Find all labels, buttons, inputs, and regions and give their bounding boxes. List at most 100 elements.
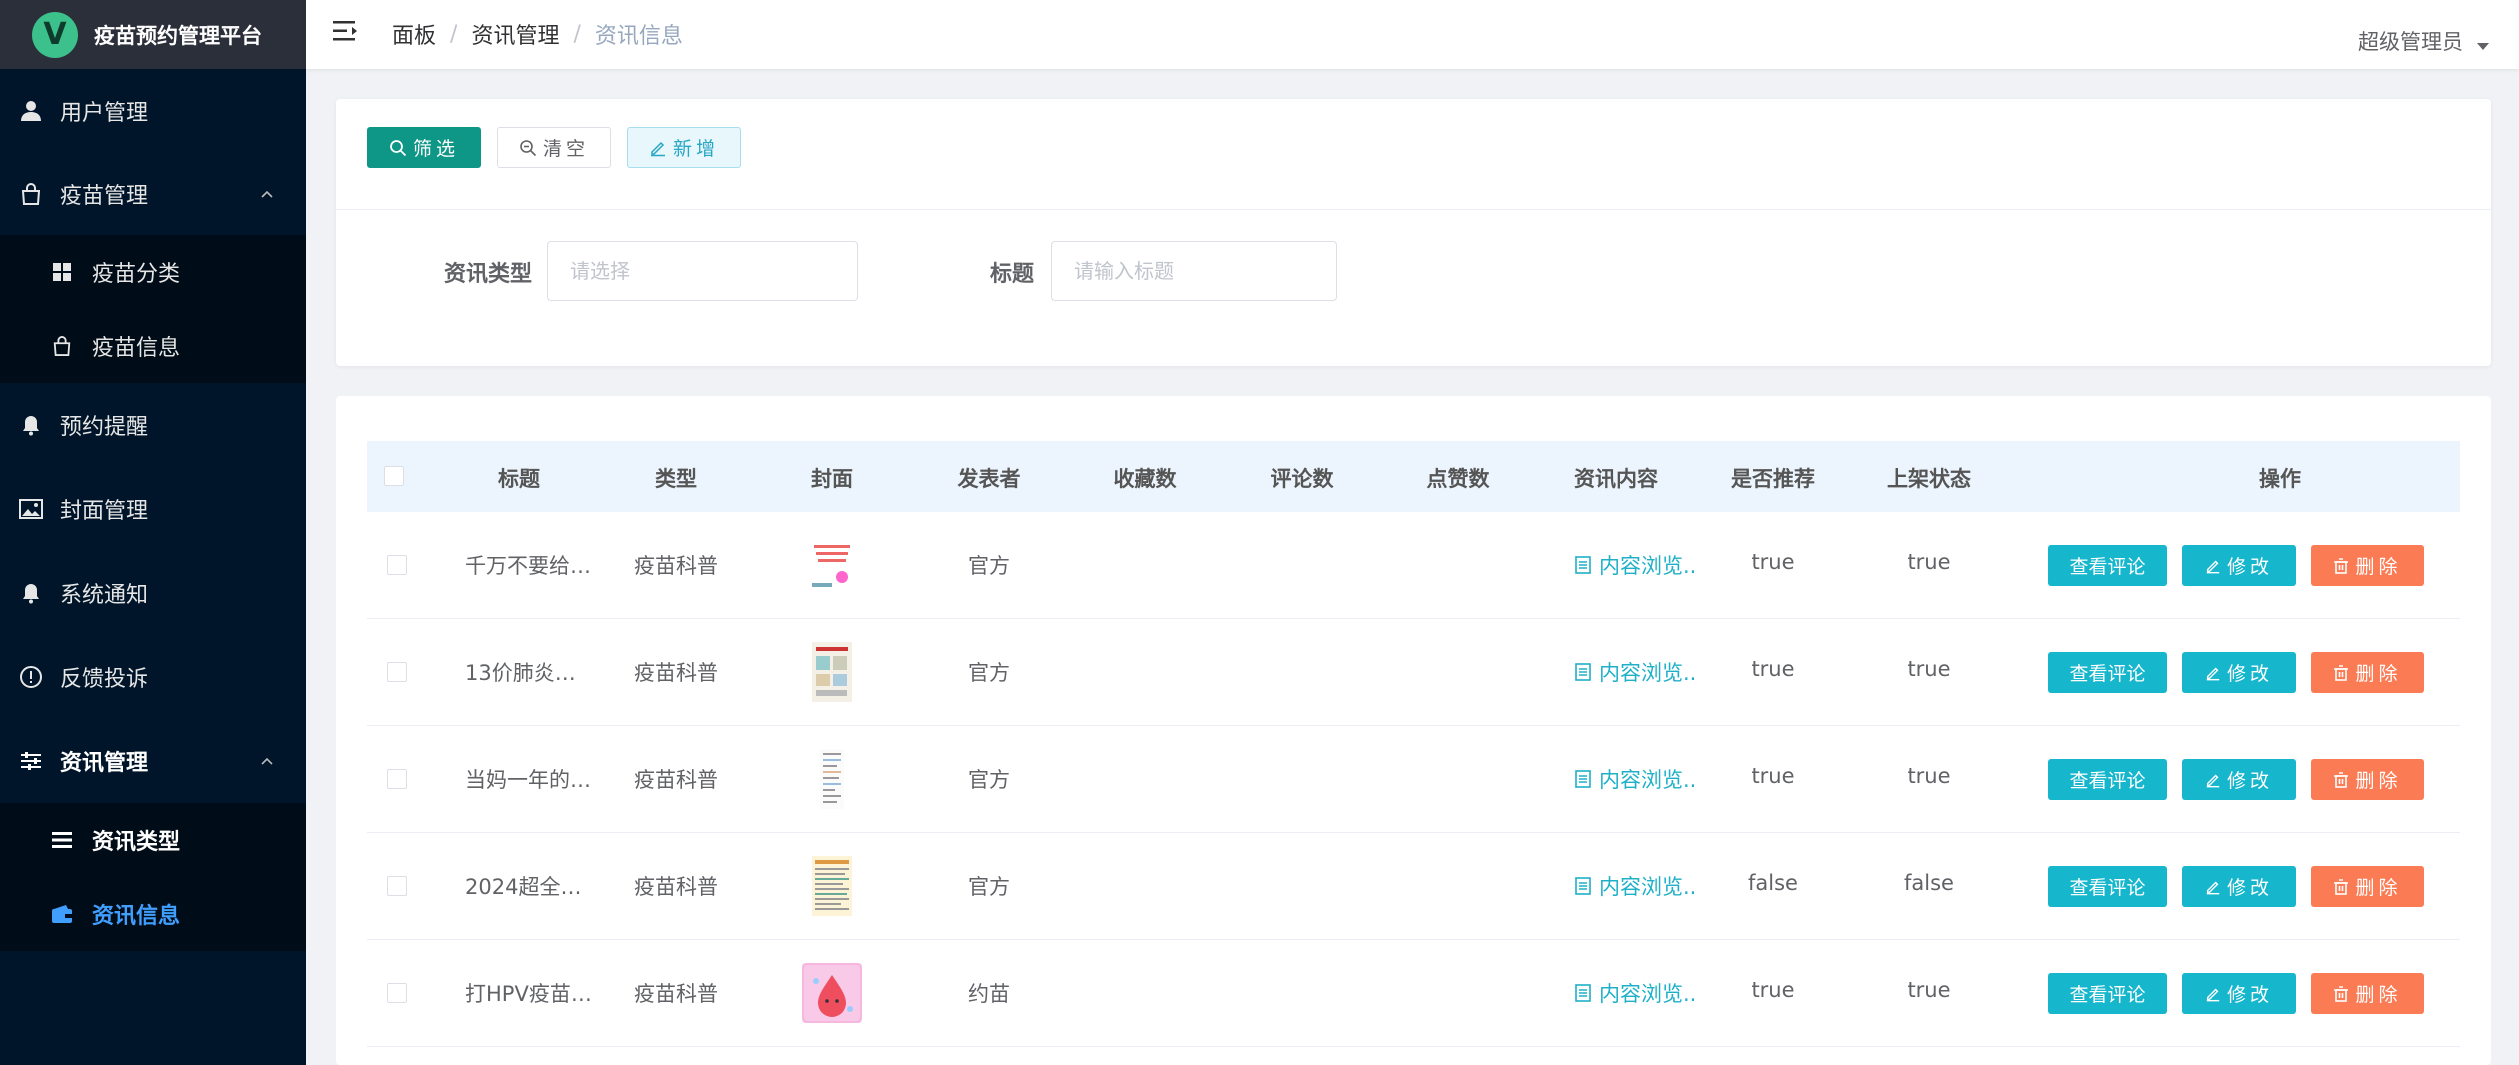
document-icon <box>1575 663 1591 681</box>
cell-type: 疫苗科普 <box>634 982 718 1006</box>
view-comments-button[interactable]: 查看评论 <box>2048 866 2167 907</box>
add-button[interactable]: 新增 <box>627 127 741 168</box>
title-input[interactable] <box>1051 241 1337 301</box>
sidebar-item-feedback[interactable]: 反馈投诉 <box>0 635 306 719</box>
search-icon <box>390 139 407 156</box>
zoom-out-icon <box>520 139 537 156</box>
cell-recommended: true <box>1751 657 1795 681</box>
view-comments-label: 查看评论 <box>2069 663 2146 685</box>
edit-button[interactable]: 修改 <box>2182 973 2296 1014</box>
user-icon <box>18 98 44 124</box>
col-favorites: 收藏数 <box>1113 467 1177 491</box>
row-checkbox[interactable] <box>387 769 407 789</box>
trash-icon <box>2334 557 2349 574</box>
filter-button[interactable]: 筛选 <box>367 127 481 168</box>
content-preview-link[interactable]: 内容浏览.. <box>1575 978 1696 1008</box>
grid-icon <box>50 260 74 284</box>
cover-thumbnail[interactable] <box>802 642 862 702</box>
edit-button[interactable]: 修改 <box>2182 545 2296 586</box>
delete-button[interactable]: 删除 <box>2311 652 2424 693</box>
delete-button[interactable]: 删除 <box>2311 973 2424 1014</box>
col-comments: 评论数 <box>1270 467 1334 491</box>
cell-type: 疫苗科普 <box>634 875 718 899</box>
select-all-checkbox[interactable] <box>384 466 404 486</box>
sidebar-item-users[interactable]: 用户管理 <box>0 69 306 153</box>
breadcrumb-news-mgmt[interactable]: 资讯管理 <box>471 18 559 50</box>
view-comments-button[interactable]: 查看评论 <box>2048 652 2167 693</box>
edit-icon <box>650 141 665 156</box>
bell-icon <box>18 580 44 606</box>
cover-thumbnail[interactable] <box>802 535 862 595</box>
col-listed: 上架状态 <box>1887 467 1971 491</box>
delete-button[interactable]: 删除 <box>2311 866 2424 907</box>
col-recommended: 是否推荐 <box>1731 467 1815 491</box>
add-button-label: 新增 <box>672 138 719 160</box>
edit-button[interactable]: 修改 <box>2182 652 2296 693</box>
bag-icon <box>50 334 74 358</box>
view-comments-button[interactable]: 查看评论 <box>2048 759 2167 800</box>
edit-icon <box>2206 774 2220 787</box>
view-comments-button[interactable]: 查看评论 <box>2048 545 2167 586</box>
view-comments-button[interactable]: 查看评论 <box>2048 973 2167 1014</box>
delete-button[interactable]: 删除 <box>2311 545 2424 586</box>
cover-thumbnail[interactable] <box>802 749 862 809</box>
news-table: 标题 类型 封面 发表者 收藏数 评论数 点赞数 资讯内容 是否推荐 上架状态 … <box>367 441 2460 1047</box>
content-preview-label: 内容浏览.. <box>1599 875 1697 899</box>
content-preview-label: 内容浏览.. <box>1599 554 1697 578</box>
sidebar-item-system-notice[interactable]: 系统通知 <box>0 551 306 635</box>
cell-listed: true <box>1907 657 1951 681</box>
col-title: 标题 <box>498 467 540 491</box>
content-preview-link[interactable]: 内容浏览.. <box>1575 657 1696 687</box>
edit-button[interactable]: 修改 <box>2182 759 2296 800</box>
view-comments-label: 查看评论 <box>2069 877 2146 899</box>
breadcrumb-dashboard[interactable]: 面板 <box>392 18 436 50</box>
sidebar-item-news-info[interactable]: 资讯信息 <box>0 877 306 951</box>
cell-recommended: true <box>1751 550 1795 574</box>
delete-label: 删除 <box>2355 770 2402 792</box>
sidebar-item-vaccine-mgmt[interactable]: 疫苗管理 <box>0 153 306 235</box>
table-row: 当妈一年的… 疫苗科普 官方 内容浏览.. true true 查看评论 修改 … <box>367 726 2460 833</box>
cell-recommended: true <box>1751 764 1795 788</box>
sidebar-item-vaccine-category[interactable]: 疫苗分类 <box>0 235 306 309</box>
delete-label: 删除 <box>2355 984 2402 1006</box>
sidebar-item-news-type[interactable]: 资讯类型 <box>0 803 306 877</box>
document-icon <box>1575 556 1591 574</box>
row-checkbox[interactable] <box>387 662 407 682</box>
clear-button[interactable]: 清空 <box>497 127 611 168</box>
sidebar-item-news-mgmt[interactable]: 资讯管理 <box>0 719 306 803</box>
filter-button-label: 筛选 <box>412 138 459 160</box>
view-comments-label: 查看评论 <box>2069 984 2146 1006</box>
row-checkbox[interactable] <box>387 876 407 896</box>
cell-type: 疫苗科普 <box>634 661 718 685</box>
content-preview-label: 内容浏览.. <box>1599 768 1697 792</box>
cover-thumbnail[interactable] <box>802 963 862 1023</box>
content-preview-link[interactable]: 内容浏览.. <box>1575 764 1696 794</box>
edit-label: 修改 <box>2226 770 2273 792</box>
cover-thumbnail[interactable] <box>802 856 862 916</box>
col-content: 资讯内容 <box>1574 467 1658 491</box>
sliders-icon <box>18 748 44 774</box>
content-preview-label: 内容浏览.. <box>1599 661 1697 685</box>
toolbar: 筛选 清空 新增 <box>367 127 741 168</box>
edit-button[interactable]: 修改 <box>2182 866 2296 907</box>
sidebar-item-cover-mgmt[interactable]: 封面管理 <box>0 467 306 551</box>
view-comments-label: 查看评论 <box>2069 556 2146 578</box>
sidebar-item-appointment-reminder[interactable]: 预约提醒 <box>0 383 306 467</box>
cell-recommended: true <box>1751 978 1795 1002</box>
news-type-select[interactable] <box>547 241 858 301</box>
user-menu[interactable]: 超级管理员 <box>2358 26 2489 56</box>
content-preview-link[interactable]: 内容浏览.. <box>1575 550 1696 580</box>
collapse-menu-icon[interactable] <box>332 18 360 44</box>
cell-author: 官方 <box>968 661 1010 685</box>
delete-label: 删除 <box>2355 877 2402 899</box>
cell-title: 13价肺炎… <box>465 661 576 685</box>
delete-button[interactable]: 删除 <box>2311 759 2424 800</box>
row-checkbox[interactable] <box>387 555 407 575</box>
sidebar-item-vaccine-info[interactable]: 疫苗信息 <box>0 309 306 383</box>
row-checkbox[interactable] <box>387 983 407 1003</box>
submenu-news: 资讯类型 资讯信息 <box>0 803 306 951</box>
clear-button-label: 清空 <box>542 138 589 160</box>
sidebar-item-label: 反馈投诉 <box>60 667 149 692</box>
content-preview-link[interactable]: 内容浏览.. <box>1575 871 1696 901</box>
chevron-up-icon <box>261 757 273 765</box>
